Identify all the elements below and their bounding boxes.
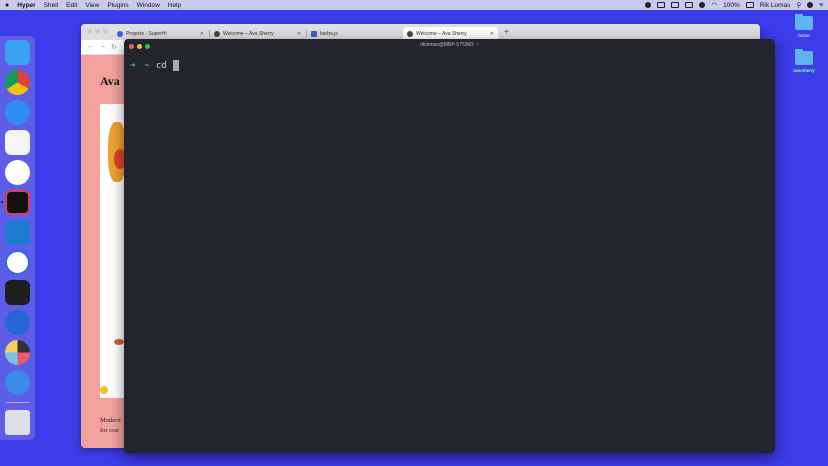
desktop-folder-home[interactable]: home bbox=[789, 14, 819, 38]
paint-splash-image bbox=[100, 386, 108, 394]
dock-separator bbox=[6, 402, 29, 403]
desktop-label: ava-sherry bbox=[792, 68, 816, 73]
page-body-text: Modern for con bbox=[100, 416, 121, 436]
window-controls bbox=[87, 29, 108, 34]
menu-list-icon[interactable]: ≡ bbox=[819, 2, 823, 9]
barba-favicon-icon bbox=[311, 30, 317, 37]
menu-bar: ● Hyper Shell Edit View Plugins Window H… bbox=[0, 0, 828, 10]
app-menu[interactable]: Hyper bbox=[17, 2, 35, 9]
zoom-button[interactable] bbox=[103, 29, 108, 34]
desktop-folder-ava-sherry[interactable]: ava-sherry bbox=[789, 49, 819, 74]
intercom-icon[interactable] bbox=[5, 310, 30, 335]
new-tab-button[interactable]: + bbox=[504, 27, 509, 36]
menu-plugins[interactable]: Plugins bbox=[107, 2, 128, 9]
menu-window[interactable]: Window bbox=[137, 2, 160, 9]
control-center-icon[interactable] bbox=[807, 2, 814, 8]
terminal-title: riklomas@MBP-575360: ~ bbox=[420, 42, 479, 48]
video-icon[interactable] bbox=[671, 2, 680, 8]
window-icon[interactable] bbox=[685, 2, 694, 8]
tab-bar: Projects - SuperHi ✕ Welcome – Ava Sherr… bbox=[81, 24, 760, 40]
status-app-icon[interactable] bbox=[645, 2, 652, 8]
menu-shell[interactable]: Shell bbox=[44, 2, 58, 9]
tweetbot-icon[interactable] bbox=[5, 370, 30, 395]
screen-mirroring-icon[interactable] bbox=[657, 2, 666, 8]
user-name[interactable]: Rik Lomas bbox=[760, 2, 791, 9]
vscode-icon[interactable] bbox=[5, 220, 30, 245]
apple-menu-icon[interactable]: ● bbox=[5, 2, 9, 9]
trash-icon[interactable] bbox=[5, 410, 30, 435]
messages-icon[interactable] bbox=[5, 100, 30, 125]
tab-title: barba.js bbox=[320, 30, 338, 37]
wifi-icon[interactable]: ◠ bbox=[711, 1, 717, 9]
tab-title: Welcome – Ava Sherry bbox=[223, 30, 274, 37]
desktop-label: home bbox=[798, 33, 810, 38]
music-icon[interactable] bbox=[5, 130, 30, 155]
minimize-button[interactable] bbox=[95, 29, 100, 34]
search-icon[interactable]: ⚲ bbox=[796, 1, 801, 9]
close-tab-icon[interactable]: ✕ bbox=[490, 31, 494, 37]
hyper-terminal-icon[interactable] bbox=[5, 190, 30, 215]
terminal-window[interactable]: riklomas@MBP-575360: ~ ➜ ~ cd bbox=[124, 39, 775, 453]
folder-icon bbox=[795, 49, 813, 65]
current-directory: ~ bbox=[144, 60, 150, 71]
folder-icon bbox=[795, 14, 813, 30]
forward-arrow-icon[interactable]: → bbox=[99, 43, 106, 50]
slack-icon[interactable] bbox=[5, 160, 30, 185]
keynote-media-icon[interactable] bbox=[5, 340, 30, 365]
paint-splash-image bbox=[114, 339, 124, 345]
menu-view[interactable]: View bbox=[85, 2, 99, 9]
close-button[interactable] bbox=[87, 29, 92, 34]
chrome-icon[interactable] bbox=[5, 70, 30, 95]
superhi-favicon-icon bbox=[117, 30, 123, 37]
command-input[interactable]: cd bbox=[156, 61, 167, 71]
globe-favicon-icon bbox=[407, 30, 413, 37]
time-app-icon[interactable] bbox=[5, 250, 30, 275]
finder-icon[interactable] bbox=[5, 40, 30, 65]
battery-percent[interactable]: 100% bbox=[723, 2, 740, 9]
dock bbox=[0, 36, 35, 440]
body-line: for con bbox=[100, 427, 119, 434]
battery-icon[interactable] bbox=[745, 2, 754, 8]
reload-icon[interactable]: ↻ bbox=[111, 43, 117, 51]
tab-title: Welcome – Ava Sherry bbox=[416, 30, 467, 37]
running-indicator bbox=[1, 201, 3, 203]
tab-title: Projects - SuperHi bbox=[126, 30, 167, 37]
prompt-arrow: ➜ bbox=[130, 60, 136, 71]
page-title: Ava bbox=[100, 74, 120, 88]
volume-icon[interactable] bbox=[699, 2, 706, 8]
command-line[interactable]: ➜ ~ cd bbox=[130, 60, 179, 71]
figma-icon[interactable] bbox=[5, 280, 30, 305]
close-tab-icon[interactable]: ✕ bbox=[297, 31, 301, 37]
body-line: Modern bbox=[100, 417, 121, 424]
back-arrow-icon[interactable]: ← bbox=[87, 43, 94, 50]
menu-help[interactable]: Help bbox=[168, 2, 181, 9]
text-cursor bbox=[172, 60, 179, 71]
close-tab-icon[interactable]: ✕ bbox=[200, 31, 204, 37]
globe-favicon-icon bbox=[214, 30, 220, 37]
menu-edit[interactable]: Edit bbox=[66, 2, 77, 9]
